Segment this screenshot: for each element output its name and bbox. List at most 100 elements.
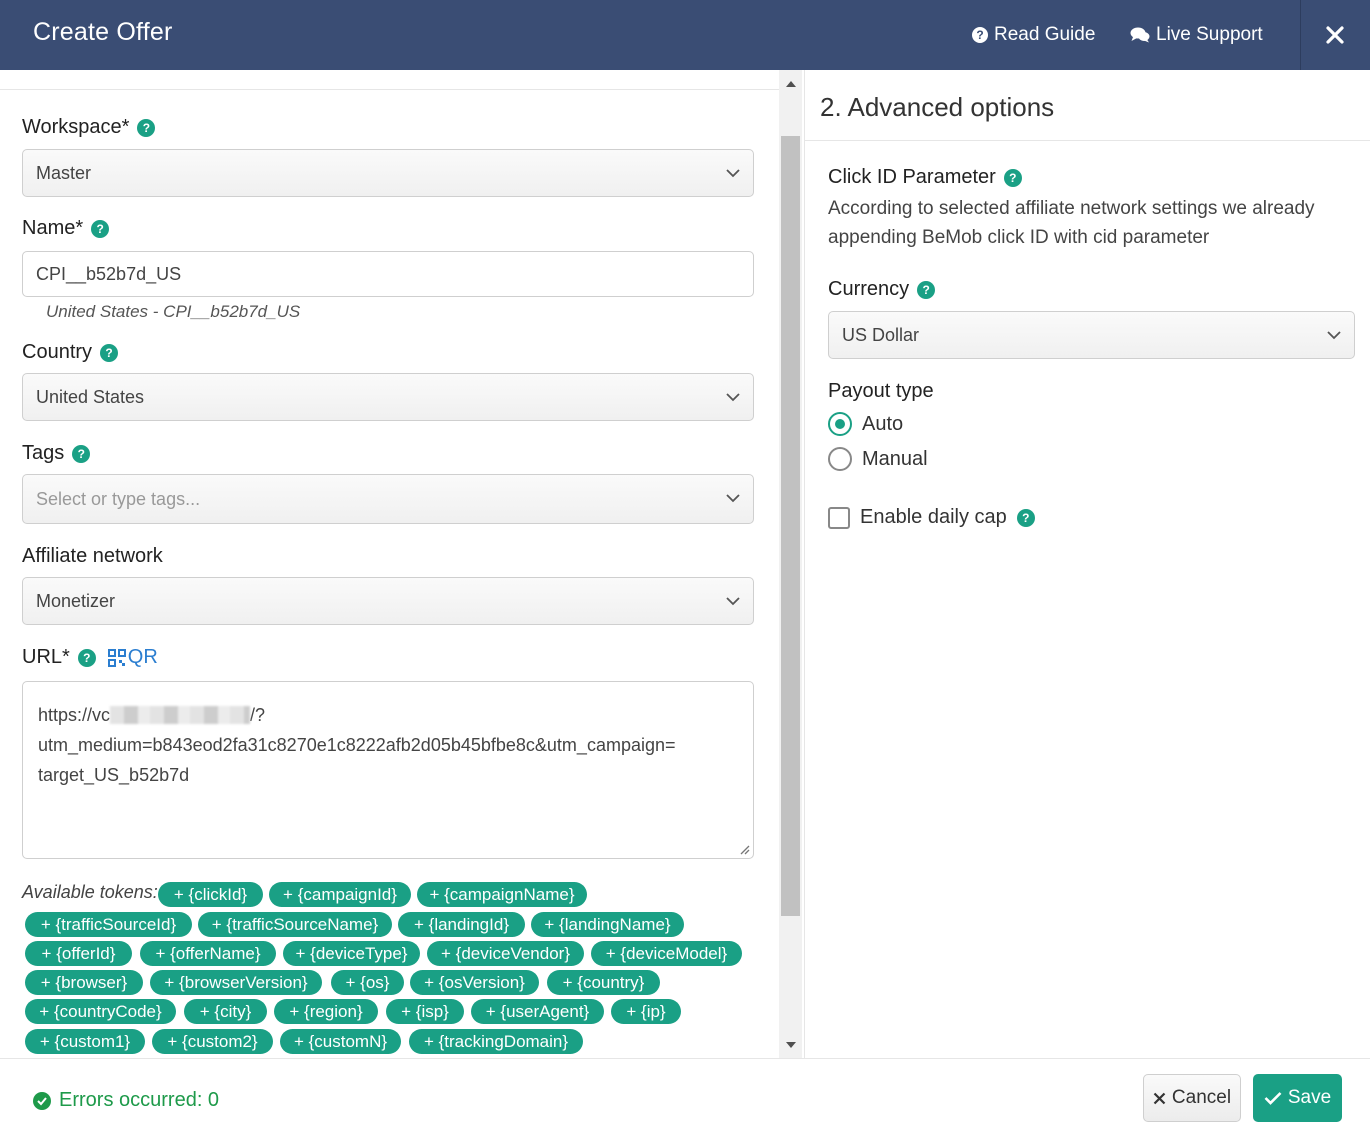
token-button[interactable]: + {landingName} [531, 912, 684, 937]
token-button[interactable]: + {campaignName} [417, 882, 587, 907]
qr-code-icon [107, 648, 126, 667]
country-select[interactable]: United States [22, 373, 754, 421]
read-guide-link[interactable]: ? Read Guide [972, 24, 1095, 46]
help-icon[interactable]: ? [917, 280, 936, 299]
token-button[interactable]: + {custom1} [25, 1029, 145, 1054]
help-icon[interactable]: ? [77, 648, 96, 667]
token-button[interactable]: + {custom2} [152, 1029, 273, 1054]
token-button[interactable]: + {browser} [25, 970, 143, 995]
cancel-button[interactable]: Cancel [1143, 1074, 1241, 1122]
token-button[interactable]: + {customN} [280, 1029, 401, 1054]
token-button[interactable]: + {osVersion} [410, 970, 539, 995]
help-icon[interactable]: ? [137, 118, 156, 137]
country-label: Country ? [22, 341, 119, 364]
scroll-thumb[interactable] [781, 136, 800, 916]
tags-label-text: Tags [22, 442, 65, 464]
token-button[interactable]: + {landingId} [398, 912, 525, 937]
live-support-label: Live Support [1156, 24, 1263, 45]
scroll-up-button[interactable] [779, 74, 802, 94]
name-value: CPI__b52b7d_US [36, 263, 182, 284]
token-button[interactable]: + {offerName} [140, 941, 276, 966]
times-icon [1153, 1092, 1166, 1104]
currency-label: Currency ? [828, 278, 936, 301]
token-button[interactable]: + {trafficSourceName} [198, 912, 392, 937]
tags-label: Tags ? [22, 442, 91, 465]
daily-cap-label: Enable daily cap [860, 506, 1007, 528]
save-label: Save [1287, 1087, 1332, 1108]
question-circle-icon: ? [972, 27, 988, 43]
left-panel-scrollbar[interactable] [779, 70, 802, 1058]
live-support-link[interactable]: Live Support [1130, 24, 1263, 46]
token-button[interactable]: + {deviceType} [283, 941, 420, 966]
affiliate-network-label-text: Affiliate network [22, 545, 163, 567]
tags-placeholder: Select or type tags... [36, 488, 201, 509]
url-label-text: URL* [22, 646, 70, 668]
chevron-down-icon [1327, 331, 1341, 340]
url-line-1: https://vc /? [38, 700, 738, 730]
token-button[interactable]: + {deviceVendor} [427, 941, 584, 966]
tags-select[interactable]: Select or type tags... [22, 474, 754, 524]
triangle-up-icon [785, 81, 796, 87]
token-button[interactable]: + {deviceModel} [591, 941, 742, 966]
payout-auto-radio[interactable]: Auto [828, 412, 903, 436]
daily-cap-checkbox[interactable]: Enable daily cap ? [828, 506, 1035, 529]
chevron-down-icon [726, 494, 740, 503]
token-button[interactable]: + {os} [331, 970, 404, 995]
workspace-label: Workspace* ? [22, 116, 156, 139]
payout-manual-label: Manual [862, 447, 928, 470]
token-button[interactable]: + {country} [547, 970, 660, 995]
url-textarea[interactable]: https://vc /? utm_medium=b843eod2fa31c827… [22, 681, 754, 859]
url-line-3: target_US_b52b7d [38, 765, 190, 785]
resize-handle-icon[interactable] [738, 843, 750, 855]
token-button[interactable]: + {city} [184, 999, 267, 1024]
token-button[interactable]: + {trackingDomain} [409, 1029, 583, 1054]
save-button[interactable]: Save [1253, 1074, 1342, 1122]
chevron-down-icon [726, 169, 740, 178]
url-line-1-end: /? [250, 705, 266, 725]
close-button[interactable] [1300, 0, 1370, 70]
help-icon[interactable]: ? [91, 219, 110, 238]
token-button[interactable]: + {isp} [386, 999, 464, 1024]
affiliate-network-select[interactable]: Monetizer [22, 577, 754, 625]
workspace-select[interactable]: Master [22, 149, 754, 197]
help-icon[interactable]: ? [1003, 168, 1022, 187]
help-icon[interactable]: ? [72, 444, 91, 463]
token-button[interactable]: + {clickId} [158, 882, 263, 907]
currency-select[interactable]: US Dollar [828, 311, 1355, 359]
token-button[interactable]: + {campaignId} [269, 882, 411, 907]
payout-type-label-text: Payout type [828, 380, 934, 402]
advanced-options-title: 2. Advanced options [820, 92, 1055, 122]
name-label-text: Name* [22, 217, 84, 239]
token-button[interactable]: + {countryCode} [25, 999, 176, 1024]
qr-button[interactable]: QR [107, 646, 158, 669]
help-icon[interactable]: ? [100, 343, 119, 362]
click-id-description: According to selected affiliate network … [828, 198, 1315, 248]
payout-manual-radio[interactable]: Manual [828, 447, 928, 471]
url-label: URL* ? QR [22, 646, 158, 669]
close-icon [1326, 26, 1344, 44]
tokens-label: Available tokens: [22, 882, 158, 902]
token-button[interactable]: + {browserVersion} [150, 970, 322, 995]
payout-auto-label: Auto [862, 412, 904, 435]
check-circle-icon [33, 1091, 51, 1110]
currency-value: US Dollar [842, 324, 920, 345]
help-icon[interactable]: ? [1016, 508, 1035, 527]
scroll-down-button[interactable] [779, 1035, 802, 1055]
workspace-label-text: Workspace* [22, 116, 130, 138]
modal-header: Create Offer ? Read Guide Live Support [0, 0, 1370, 70]
token-button[interactable]: + {trafficSourceId} [25, 912, 192, 937]
checkbox-icon [828, 506, 850, 529]
name-hint: United States - CPI__b52b7d_US [46, 302, 301, 321]
token-button[interactable]: + {region} [274, 999, 378, 1024]
payout-type-label: Payout type [828, 380, 934, 403]
redacted-domain [110, 706, 251, 724]
basic-settings-panel: Workspace* ? Master Name* ? CPI__b52b7d_… [0, 70, 779, 1058]
advanced-options-panel: 2. Advanced options Click ID Parameter ?… [804, 70, 1370, 1058]
url-line-1-start: https://vc [38, 705, 111, 725]
radio-unselected-icon [828, 447, 852, 471]
panel-top-divider [0, 89, 779, 90]
token-button[interactable]: + {offerId} [25, 941, 132, 966]
token-button[interactable]: + {userAgent} [471, 999, 604, 1024]
token-button[interactable]: + {ip} [611, 999, 681, 1024]
name-input[interactable]: CPI__b52b7d_US [22, 251, 754, 297]
